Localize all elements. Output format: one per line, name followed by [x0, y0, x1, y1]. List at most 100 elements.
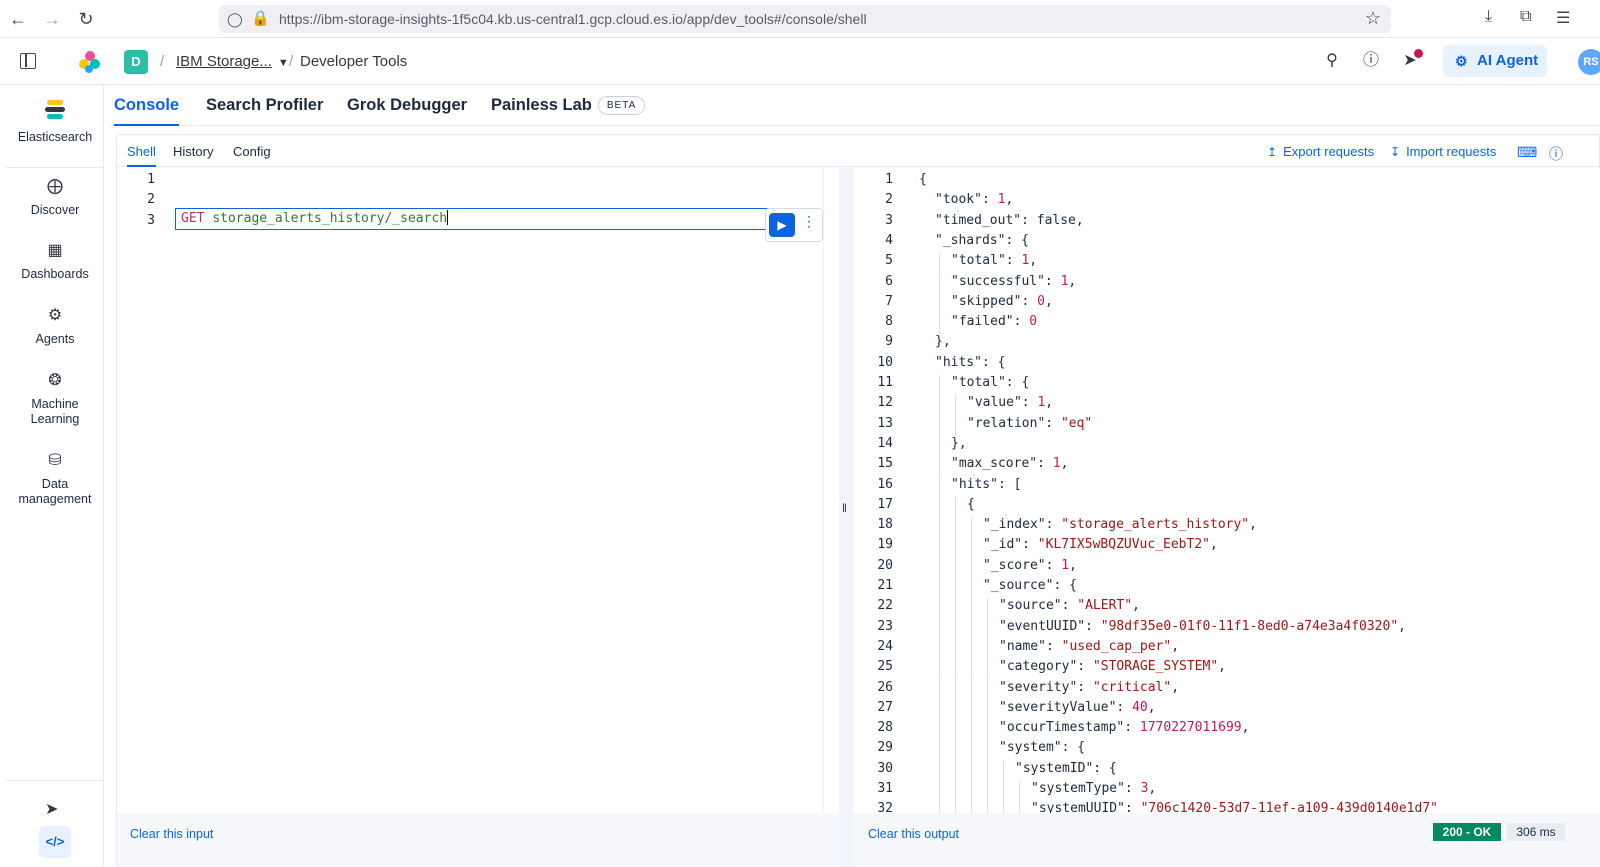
elastic-logo-icon[interactable] — [78, 50, 102, 74]
output-line: 4 "_shards": { — [853, 233, 1600, 253]
code-token: : — [1045, 557, 1062, 573]
code-token: "took" — [935, 192, 982, 208]
output-line: 26 "severity": "critical", — [853, 679, 1600, 700]
clear-output-link[interactable]: Clear this output — [868, 827, 959, 841]
code-token: "critical" — [1092, 679, 1172, 695]
subtab-history[interactable]: History — [173, 144, 213, 159]
code-token: "systemType" — [1031, 781, 1125, 796]
panel-resizer[interactable]: ‖ — [839, 168, 853, 867]
back-arrow-icon[interactable]: ← — [8, 9, 28, 29]
code-token: "STORAGE_SYSTEM" — [1092, 659, 1219, 675]
output-line: 23 "eventUUID": "98df35e0-01f0-11f1-8ed0-… — [853, 618, 1600, 639]
indent-guide — [955, 638, 956, 660]
output-line: 10 "hits": { — [853, 355, 1600, 375]
rocket-icon[interactable]: ➤ — [45, 799, 58, 819]
breadcrumb-ibm-storage[interactable]: IBM Storage... ▼ — [176, 53, 289, 70]
keyboard-shortcuts-icon[interactable]: ⌨ — [1517, 144, 1537, 161]
text-cursor — [447, 210, 449, 225]
output-code: "hits": [ — [951, 477, 1021, 492]
shield-icon[interactable]: ◯ — [227, 11, 243, 28]
code-token: , — [1147, 699, 1156, 715]
indent-guide — [955, 517, 956, 538]
url-text[interactable]: https://ibm-storage-insights-1f5c04.kb.u… — [279, 11, 867, 27]
nav-label-discover: Discover — [30, 203, 80, 217]
tab-console[interactable]: Console — [114, 96, 180, 126]
indent-guide — [939, 578, 940, 599]
nav-item-machine-learning[interactable]: ❂ Machine Learning — [6, 371, 104, 427]
download-icon[interactable]: ⤓ — [1485, 8, 1492, 26]
nav-item-data-management[interactable]: ⛁ Data management — [6, 451, 104, 507]
code-token: "total" — [951, 375, 1006, 390]
reload-icon[interactable]: ↻ — [76, 9, 96, 29]
line-number: 11 — [877, 375, 893, 390]
nav-item-elasticsearch[interactable]: Elasticsearch — [6, 100, 104, 168]
nav-item-discover[interactable]: ⨁ Discover — [6, 177, 104, 217]
export-requests-link[interactable]: ↥ Export requests — [1267, 144, 1374, 159]
nav-item-dashboards[interactable]: ▦ Dashboards — [6, 241, 104, 281]
sidebar-toggle-icon[interactable] — [20, 53, 36, 69]
clear-input-link[interactable]: Clear this input — [130, 827, 213, 841]
output-code: "systemID": { — [1015, 761, 1117, 776]
tab-grok-debugger[interactable]: Grok Debugger — [347, 96, 467, 126]
import-requests-link[interactable]: ↧ Import requests — [1390, 144, 1496, 159]
developer-tools-code-icon[interactable]: </> — [39, 826, 71, 858]
code-token: , — [1044, 293, 1053, 309]
tab-painless-lab[interactable]: Painless Lab BETA — [491, 96, 646, 126]
space-avatar[interactable]: D — [124, 50, 148, 74]
code-token: "total" — [951, 253, 1006, 269]
play-icon[interactable]: ▶ — [769, 213, 795, 237]
help-icon[interactable]: ⓘ — [1549, 144, 1563, 164]
more-vertical-icon[interactable]: ⋮ — [802, 213, 816, 230]
line-number: 26 — [877, 679, 893, 695]
output-code: "system": { — [999, 740, 1085, 755]
line-number: 1 — [147, 172, 155, 187]
code-token: , — [1218, 659, 1226, 675]
address-bar[interactable]: ◯ 🔒 https://ibm-storage-insights-1f5c04.… — [219, 5, 1391, 33]
output-line: 11 "total": { — [853, 375, 1600, 396]
help-icon[interactable]: ⓘ — [1361, 51, 1381, 71]
code-token: "_source" — [983, 578, 1054, 593]
response-output[interactable]: 1{2 "took": 1, 3 "timed_out": false, 4 "_shar… — [853, 168, 1600, 813]
output-code: { — [967, 497, 975, 512]
indent-guide — [1003, 760, 1004, 781]
line-number: 31 — [877, 781, 893, 796]
compass-icon: ⨁ — [47, 178, 63, 195]
bookmark-star-icon[interactable]: ☆ — [1365, 8, 1381, 29]
nav-item-agents[interactable]: ⚙ Agents — [6, 306, 104, 346]
code-token: , — [1029, 253, 1038, 269]
subtab-config[interactable]: Config — [233, 144, 271, 159]
indent-guide — [939, 699, 940, 721]
code-token: "98df35e0-01f0-11f1-8ed0-a74e3a4f0320" — [1100, 618, 1399, 634]
lock-icon[interactable]: 🔒 — [251, 9, 270, 27]
extensions-icon[interactable]: ⧉ — [1520, 8, 1531, 26]
indent-guide — [939, 415, 940, 436]
search-icon[interactable]: ⚲ — [1322, 51, 1342, 71]
indent-guide — [971, 699, 972, 721]
user-avatar[interactable]: RS — [1578, 49, 1600, 75]
download-icon: ↧ — [1390, 145, 1401, 159]
line-number: 21 — [877, 578, 893, 593]
forward-arrow-icon[interactable]: → — [42, 9, 62, 29]
tab-search-profiler[interactable]: Search Profiler — [206, 96, 323, 126]
output-line: 19 "_id": "KL7IX5wBQZUVuc_EebT2", — [853, 537, 1600, 558]
code-token: 0 — [1037, 293, 1045, 309]
code-token: , — [1045, 395, 1054, 411]
notification-dot — [1414, 49, 1423, 58]
request-path: storage_alerts_history/_search — [212, 211, 448, 226]
request-line[interactable]: GET storage_alerts_history/_search — [175, 208, 768, 230]
brain-icon: ❂ — [48, 372, 62, 389]
indent-guide — [971, 598, 972, 619]
line-number: 4 — [885, 232, 893, 248]
indent-guide — [971, 781, 972, 802]
code-token: "timed_out" — [935, 212, 1022, 228]
request-editor[interactable]: 1 2 3 — [117, 168, 839, 813]
browser-toolbar: ← → ↻ ◯ 🔒 https://ibm-storage-insights-1… — [0, 0, 1600, 38]
output-line: 17 { — [853, 496, 1600, 518]
ai-agent-button[interactable]: ⚙ AI Agent — [1443, 45, 1547, 77]
menu-icon[interactable]: ☰ — [1556, 8, 1570, 28]
code-token: : — [1124, 781, 1141, 796]
line-number: 22 — [877, 598, 893, 614]
subtab-shell[interactable]: Shell — [127, 144, 156, 167]
indent-guide — [939, 314, 940, 335]
editor-scrollbar[interactable] — [823, 168, 839, 813]
